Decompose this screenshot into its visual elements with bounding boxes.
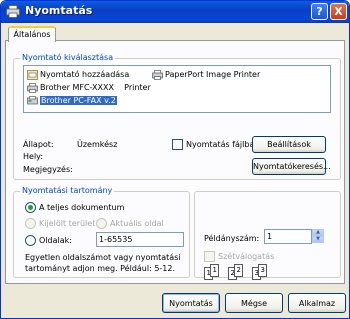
printer-icon — [152, 69, 163, 80]
location-label: Hely: — [23, 152, 44, 161]
title-bar[interactable]: Nyomtatás ? X — [1, 1, 349, 23]
printer-item-label: PaperPort Image Printer — [165, 70, 261, 79]
collate-page: 1 — [210, 264, 219, 277]
status-label: Állapot: — [23, 140, 54, 149]
fax-printer-icon — [27, 95, 38, 104]
find-printer-button[interactable]: Nyomtatókeresés... — [252, 158, 331, 175]
print-to-file-label: Nyomtatás fájlba — [186, 140, 255, 149]
apply-button[interactable]: Alkalmaz — [288, 293, 346, 313]
add-printer-icon — [27, 69, 38, 80]
collate-label: Szétválogatás — [218, 252, 275, 261]
collate-checkbox[interactable] — [204, 251, 215, 262]
printer-item-pcfax[interactable]: Brother PC-FAX v.2 — [27, 95, 117, 106]
pages-input[interactable] — [96, 232, 184, 247]
printer-item-paperport[interactable]: PaperPort Image Printer — [152, 69, 260, 80]
pages-label: Oldalak: — [39, 236, 72, 245]
all-pages-label: A teljes dokumentum — [39, 203, 125, 212]
selection-radio[interactable] — [25, 218, 36, 229]
collate-page: 3 — [258, 264, 267, 277]
copies-input[interactable] — [264, 229, 312, 244]
selection-label: Kijelölt terület — [39, 219, 96, 228]
printer-item-label: Nyomtató hozzáadása — [40, 70, 130, 79]
printer-icon — [6, 5, 20, 18]
page-range-hint-line-2: tartományt adjon meg. Például: 5-12. — [25, 264, 176, 273]
current-page-radio[interactable] — [96, 218, 107, 229]
print-button[interactable]: Nyomtatás — [162, 293, 220, 313]
printer-icon — [27, 82, 38, 93]
printer-item-label: Brother MFC-XXXX Printer — [40, 83, 151, 92]
cancel-button[interactable]: Mégse — [225, 293, 283, 313]
print-to-file-checkbox[interactable] — [172, 139, 183, 150]
help-button[interactable]: ? — [311, 3, 328, 20]
printer-item-label: Brother PC-FAX v.2 — [40, 96, 117, 105]
page-range-title: Nyomtatási tartomány — [20, 186, 115, 196]
status-value: Üzemkész — [77, 140, 118, 149]
spin-down-icon[interactable]: ▼ — [312, 236, 324, 243]
copies-label: Példányszám: — [204, 234, 260, 243]
all-pages-radio[interactable] — [25, 202, 36, 213]
close-button[interactable]: X — [330, 3, 347, 20]
preferences-button[interactable]: Beállítások — [252, 136, 326, 153]
printer-item-add[interactable]: Nyomtató hozzáadása — [27, 69, 129, 80]
spin-up-icon[interactable]: ▲ — [312, 229, 324, 236]
page-range-hint-line-1: Egyetlen oldalszámot vagy nyomtatási — [25, 253, 181, 262]
pages-radio[interactable] — [25, 235, 36, 246]
printer-list[interactable]: Nyomtató hozzáadása PaperPort Image Prin… — [23, 65, 331, 113]
printer-item-mfc[interactable]: Brother MFC-XXXX Printer — [27, 82, 151, 93]
current-page-label: Aktuális oldal — [110, 219, 164, 228]
collate-page: 2 — [234, 264, 243, 277]
comment-label: Megjegyzés: — [23, 165, 73, 174]
copies-stepper[interactable]: ▲ ▼ — [312, 229, 324, 244]
printer-selection-title: Nyomtató kiválasztása — [20, 53, 116, 63]
window-title: Nyomtatás — [25, 4, 93, 17]
print-dialog: Nyomtatás ? X Általános Nyomtató kiválas… — [0, 0, 350, 319]
tab-general[interactable]: Általános — [8, 26, 56, 42]
